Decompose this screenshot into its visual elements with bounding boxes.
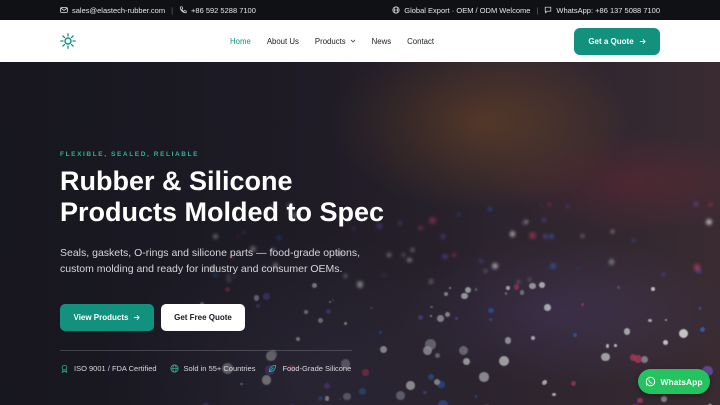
nav-menu: Home About Us Products News Contact	[222, 20, 442, 62]
button-label: WhatsApp	[660, 376, 703, 387]
contact-info: sales@elastech-rubber.com | +86 592 5288…	[60, 6, 256, 15]
button-label: View Products	[73, 313, 129, 322]
award-icon	[60, 364, 69, 373]
separator: |	[536, 5, 539, 15]
nav-label: Products	[314, 36, 346, 46]
top-bar: sales@elastech-rubber.com | +86 592 5288…	[0, 0, 720, 20]
logo-icon[interactable]	[60, 33, 76, 49]
trust-badges: ISO 9001 / FDA Certified Sold in 55+ Cou…	[60, 364, 351, 373]
nav-label: Contact	[407, 36, 435, 46]
badge-label: Sold in 55+ Countries	[183, 364, 256, 373]
main-nav: Home About Us Products News Contact Get …	[0, 20, 720, 62]
view-products-button[interactable]: View Products	[60, 304, 154, 331]
leaf-icon	[268, 364, 277, 373]
badge-label: ISO 9001 / FDA Certified	[74, 364, 157, 373]
get-quote-button[interactable]: Get a Quote	[574, 28, 660, 55]
badge-countries: Sold in 55+ Countries	[170, 364, 256, 373]
hero-overlay	[0, 62, 720, 405]
whatsapp-icon	[645, 376, 656, 387]
hero-description: Seals, gaskets, O-rings and silicone par…	[60, 247, 360, 275]
nav-item-news[interactable]: News	[364, 37, 400, 46]
phone-icon	[179, 6, 187, 14]
nav-label: News	[371, 36, 392, 46]
globe-icon	[170, 364, 179, 373]
email-link[interactable]: sales@elastech-rubber.com	[72, 6, 165, 15]
button-label: Get Free Quote	[174, 313, 232, 322]
phone-link[interactable]: +86 592 5288 7100	[191, 6, 256, 15]
arrow-right-icon	[133, 314, 141, 321]
hero-section: FLEXIBLE, SEALED, RELIABLE Rubber & Sili…	[0, 62, 720, 405]
hero-title-line: Products Molded to Spec	[60, 197, 385, 227]
chevron-down-icon	[350, 38, 356, 44]
nav-item-home[interactable]: Home	[222, 37, 259, 46]
export-text: Global Export · OEM / ODM Welcome	[404, 5, 531, 15]
whatsapp-float-button[interactable]: WhatsApp	[638, 369, 710, 394]
nav-item-products[interactable]: Products	[307, 37, 364, 46]
nav-label: Home	[230, 36, 251, 46]
button-label: Get a Quote	[588, 37, 634, 46]
badge-food-grade: Food-Grade Silicone	[268, 364, 351, 373]
badge-label: Food-Grade Silicone	[282, 364, 352, 373]
badge-certified: ISO 9001 / FDA Certified	[60, 364, 157, 373]
chat-icon	[544, 6, 552, 14]
nav-item-contact[interactable]: Contact	[399, 37, 442, 46]
hero-title-line: Rubber & Silicone	[60, 166, 293, 196]
hero-eyebrow: FLEXIBLE, SEALED, RELIABLE	[60, 151, 200, 158]
nav-item-about[interactable]: About Us	[259, 37, 307, 46]
mail-icon	[60, 6, 68, 14]
nav-label: About Us	[266, 36, 299, 46]
export-info: Global Export · OEM / ODM Welcome | What…	[392, 6, 660, 15]
arrow-right-icon	[639, 38, 646, 45]
whatsapp-link[interactable]: WhatsApp: +86 137 5088 7100	[556, 6, 660, 15]
get-free-quote-button[interactable]: Get Free Quote	[161, 304, 245, 331]
globe-icon	[392, 6, 400, 14]
divider	[60, 350, 352, 351]
separator: |	[171, 5, 174, 15]
hero-title: Rubber & Silicone Products Molded to Spe…	[60, 166, 440, 228]
